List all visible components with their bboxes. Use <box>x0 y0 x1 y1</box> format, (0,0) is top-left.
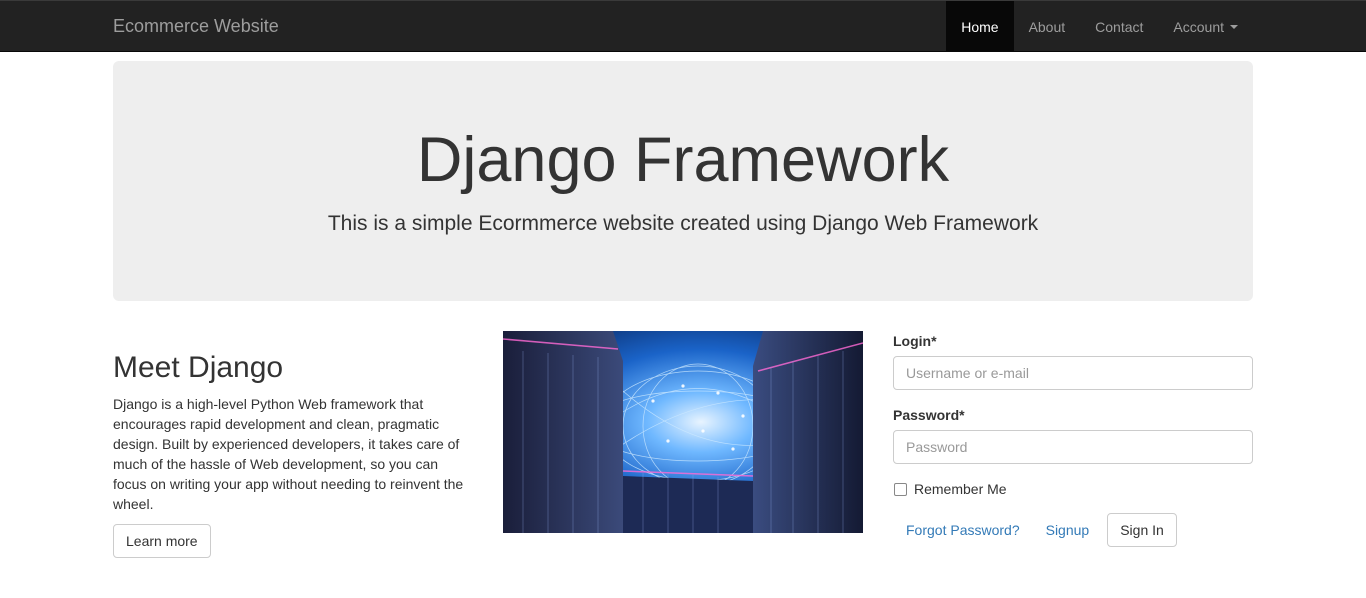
page-subtitle: This is a simple Ecormmerce website crea… <box>327 212 1039 235</box>
caret-down-icon <box>1230 24 1238 29</box>
remember-me-label[interactable]: Remember Me <box>914 481 1007 497</box>
page-title: Django Framework <box>416 125 950 195</box>
login-label: Login* <box>893 333 937 349</box>
nav-account-dropdown[interactable]: Account <box>1158 1 1253 52</box>
password-input[interactable] <box>893 430 1253 464</box>
nav-about-label: About <box>1028 18 1066 35</box>
brand-link[interactable]: Ecommerce Website <box>113 16 279 36</box>
nav-menu: Home About Contact Account <box>946 1 1253 52</box>
signup-link[interactable]: Signup <box>1033 516 1103 544</box>
learn-more-button[interactable]: Learn more <box>113 524 211 558</box>
remember-me-checkbox[interactable] <box>894 482 907 496</box>
login-input[interactable] <box>893 356 1253 390</box>
login-form: Login* Password* Remember Me Forgot Pass… <box>893 331 1253 547</box>
intro-heading: Meet Django <box>113 351 284 384</box>
server-room-image <box>503 331 863 533</box>
top-navbar: Ecommerce Website Home About Contact Acc… <box>0 0 1366 52</box>
intro-section: Meet Django Django is a high-level Pytho… <box>113 350 473 558</box>
password-label: Password* <box>893 407 965 423</box>
nav-contact-label: Contact <box>1095 18 1144 35</box>
remember-me-row: Remember Me <box>893 481 1253 497</box>
intro-description: Django is a high-level Python Web framew… <box>113 396 464 512</box>
nav-home-label: Home <box>961 18 999 35</box>
sign-in-button[interactable]: Sign In <box>1107 513 1177 547</box>
nav-about[interactable]: About <box>1014 1 1081 52</box>
nav-account-label: Account <box>1173 18 1224 35</box>
jumbotron: Django Framework This is a simple Ecormm… <box>113 61 1253 301</box>
nav-home[interactable]: Home <box>946 1 1014 52</box>
forgot-password-link[interactable]: Forgot Password? <box>893 516 1033 544</box>
nav-contact[interactable]: Contact <box>1080 1 1158 52</box>
form-actions: Forgot Password? Signup Sign In <box>893 513 1253 547</box>
